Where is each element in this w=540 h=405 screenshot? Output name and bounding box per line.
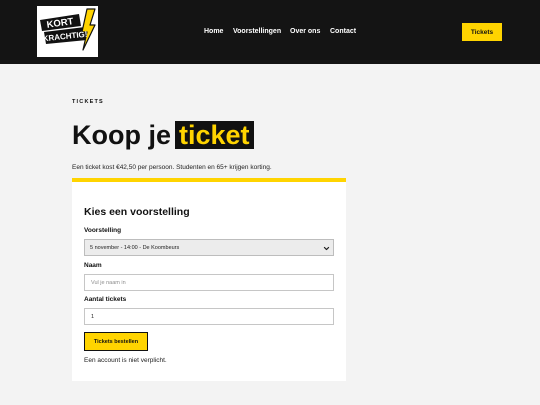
page-title-prefix: Koop je xyxy=(72,120,171,150)
nav-link-voorstellingen[interactable]: Voorstellingen xyxy=(233,27,281,37)
page-title: Koop je ticket xyxy=(72,120,254,152)
order-tickets-button[interactable]: Tickets bestellen xyxy=(84,332,148,351)
name-input-placeholder: Vul je naam in xyxy=(91,279,126,286)
section-eyebrow: TICKETS xyxy=(72,99,104,105)
main-nav: Home Voorstellingen Over ons Contact xyxy=(0,27,540,39)
ticket-quantity-value: 1 xyxy=(91,313,95,320)
name-input[interactable]: Vul je naam in xyxy=(84,274,334,291)
price-intro-text: Een ticket kost €42,50 per persoon. Stud… xyxy=(72,164,272,171)
form-title: Kies een voorstelling xyxy=(84,206,190,218)
ticket-quantity-input[interactable]: 1 xyxy=(84,308,334,325)
tickets-cta-button[interactable]: Tickets xyxy=(462,23,502,41)
ticket-quantity-label: Aantal tickets xyxy=(84,296,127,303)
site-header: KORT KRACHTIG! Home Voorstellingen Over … xyxy=(0,0,540,64)
page-title-highlight: ticket xyxy=(175,121,254,149)
name-field-label: Naam xyxy=(84,262,102,269)
nav-link-contact[interactable]: Contact xyxy=(330,27,356,37)
chevron-down-icon xyxy=(323,246,330,251)
show-select-value: 5 november - 14:00 - De Koombeurs xyxy=(90,244,180,251)
show-select[interactable]: 5 november - 14:00 - De Koombeurs xyxy=(84,239,334,256)
account-note: Een account is niet verplicht. xyxy=(84,357,167,364)
order-form-card: Kies een voorstelling Voorstelling 5 nov… xyxy=(72,178,346,381)
nav-link-over-ons[interactable]: Over ons xyxy=(290,27,320,37)
show-select-label: Voorstelling xyxy=(84,227,122,234)
nav-link-home[interactable]: Home xyxy=(204,27,223,37)
